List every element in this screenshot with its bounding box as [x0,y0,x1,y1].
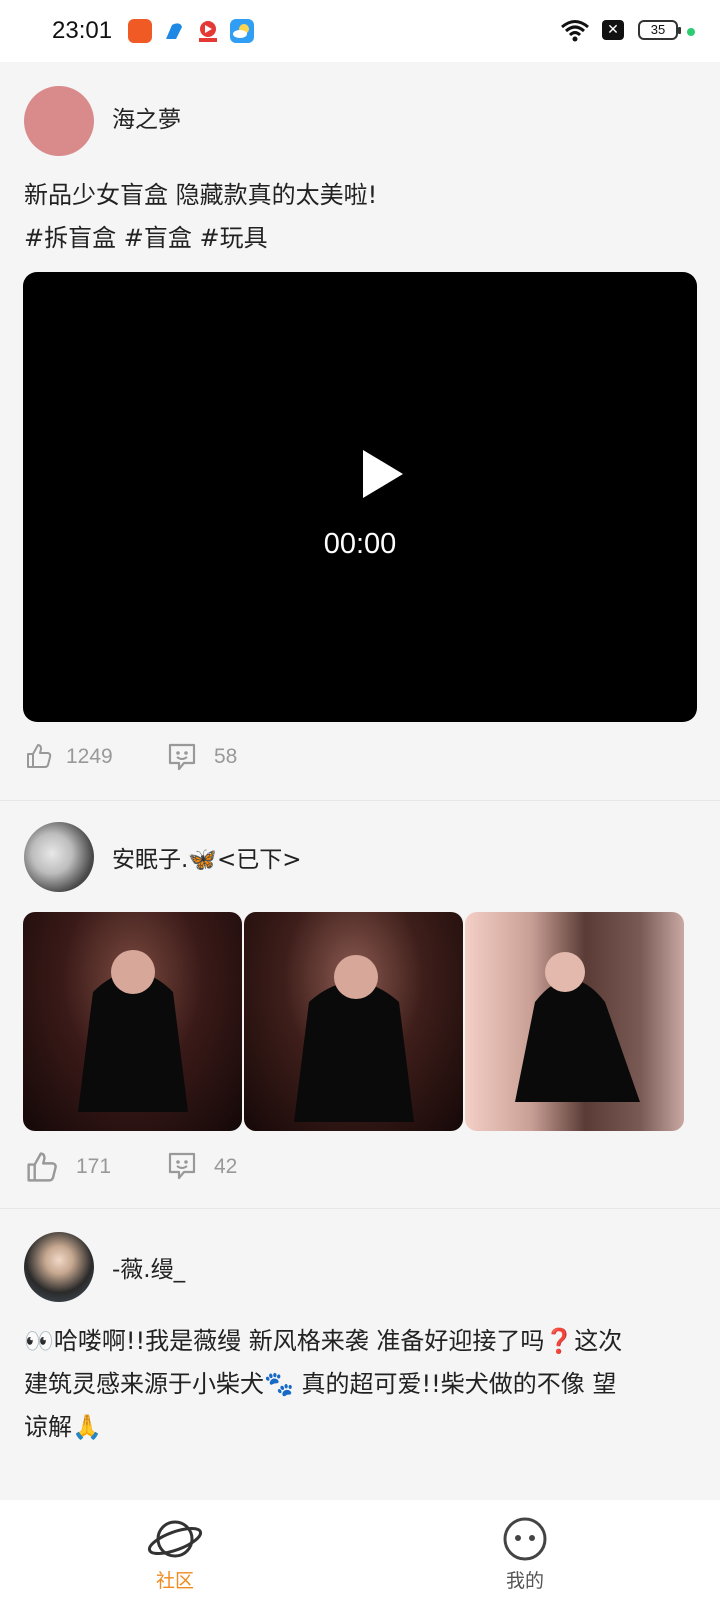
avatar[interactable] [24,822,94,892]
video-player[interactable]: 00:00 [23,272,697,722]
username[interactable]: 安眠子.🦋<已下> [112,840,302,874]
like-icon[interactable] [25,742,53,770]
status-bar: 23:01 ✕ 35 [0,0,720,62]
post-text-line: 新品少女盲盒 隐藏款真的太美啦! [24,181,378,209]
tab-community-label[interactable]: 社区 [115,1566,235,1593]
app-icon-orange [128,19,152,43]
post-text: 👀哈喽啊!!我是薇缦 新风格来袭 准备好迎接了吗❓这次 建筑灵感来源于小柴犬🐾 … [24,1320,696,1449]
battery-icon: 35 [638,20,681,40]
username[interactable]: -薇.缦_ [112,1250,185,1284]
tab-mine-label[interactable]: 我的 [465,1566,585,1593]
post-hashtags[interactable]: #拆盲盒 #盲盒 #玩具 [24,217,696,260]
like-count: 171 [76,1155,112,1178]
comment-icon[interactable] [166,1150,198,1182]
post-text-line: 谅解🙏 [24,1413,102,1441]
avatar[interactable] [24,1232,94,1302]
play-icon[interactable] [363,450,403,498]
app-icon-video [196,19,220,43]
wifi-icon [561,20,589,42]
app-icon-blue [162,19,186,43]
post-text-line: 👀哈喽啊!!我是薇缦 新风格来袭 准备好迎接了吗❓这次 [24,1327,623,1355]
comment-icon[interactable] [166,741,198,773]
bottom-nav: 社区 我的 [0,1500,720,1612]
video-duration: 00:00 [323,528,397,560]
status-time: 23:01 [52,17,113,44]
post-photo[interactable] [23,912,242,1131]
battery-level: 35 [650,22,666,37]
app-icon-weather [230,19,254,43]
status-dot [687,28,695,36]
like-icon[interactable] [25,1150,59,1184]
post-photo[interactable] [244,912,463,1131]
like-count: 1249 [66,745,113,768]
post-photo[interactable] [465,912,684,1131]
face-icon[interactable] [465,1514,585,1564]
avatar[interactable] [24,86,94,156]
divider [0,1208,720,1209]
divider [0,800,720,801]
username[interactable]: 海之夢 [112,100,181,134]
close-box-icon: ✕ [602,20,624,40]
planet-icon[interactable] [115,1514,235,1564]
post-text-line: 建筑灵感来源于小柴犬🐾 真的超可爱!!柴犬做的不像 望 [24,1370,617,1398]
comment-count: 58 [214,745,238,768]
post-text: 新品少女盲盒 隐藏款真的太美啦! #拆盲盒 #盲盒 #玩具 [24,174,696,260]
comment-count: 42 [214,1155,238,1178]
